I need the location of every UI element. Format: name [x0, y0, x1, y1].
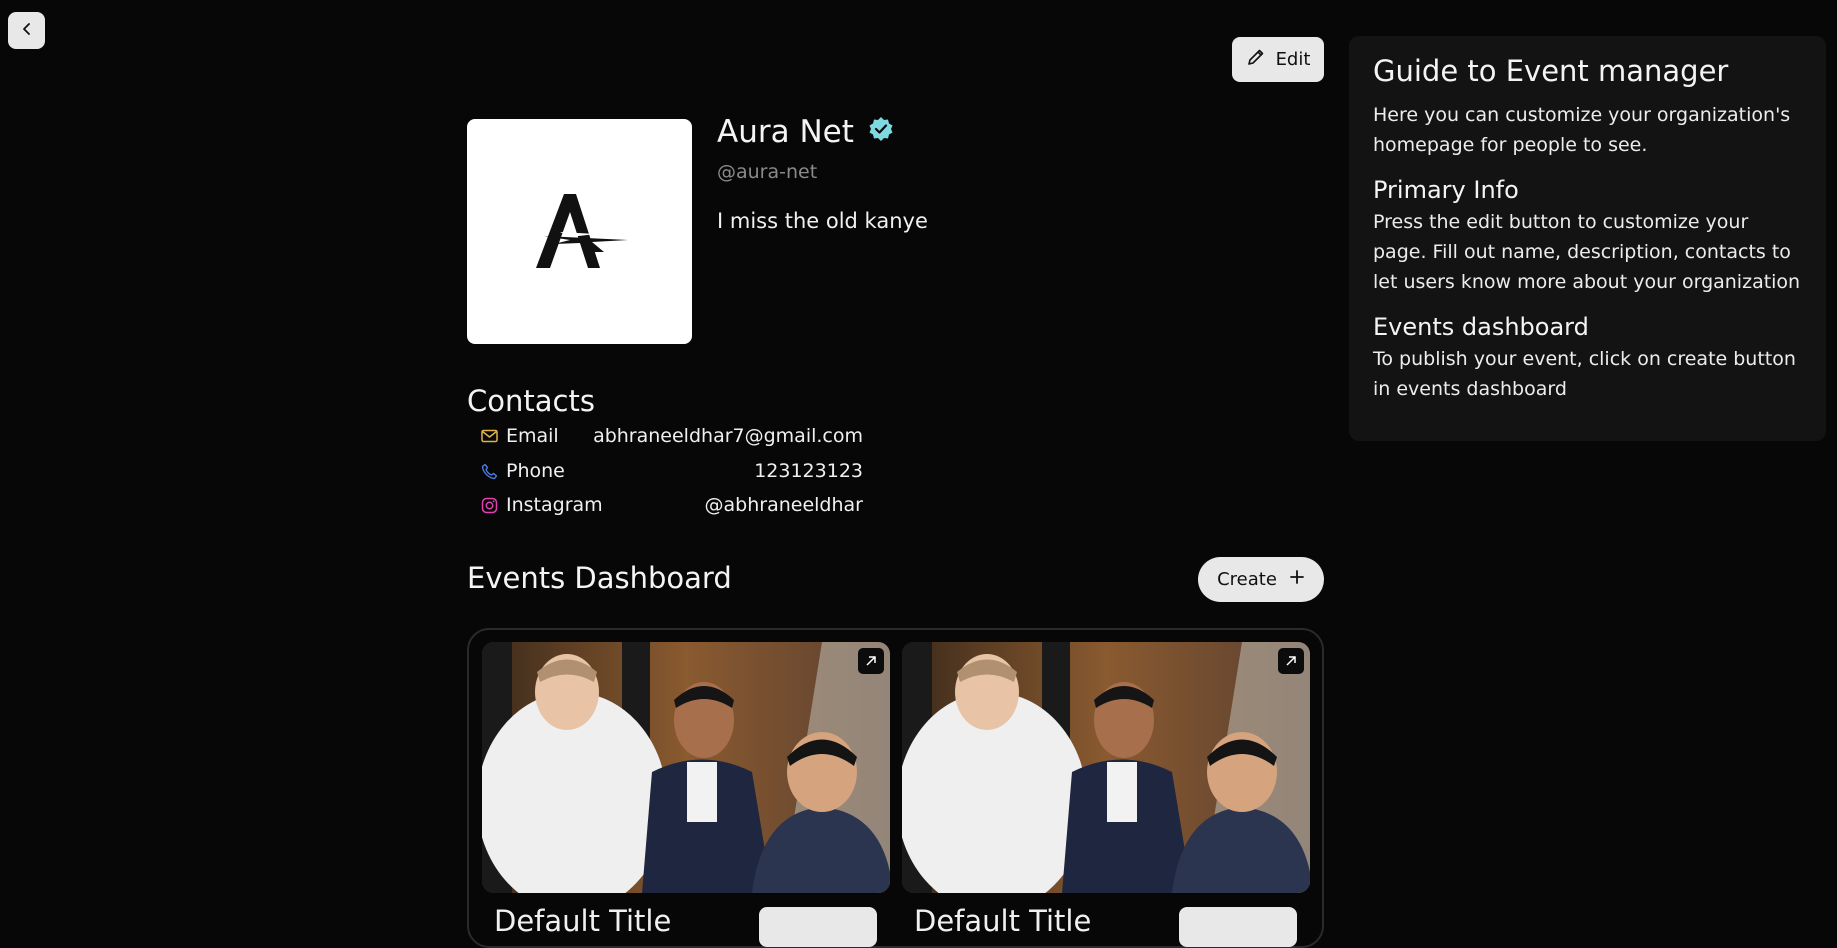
organization-description: I miss the old kanye	[717, 209, 928, 233]
event-card[interactable]: Default Title	[902, 642, 1310, 947]
organization-logo	[467, 119, 692, 344]
events-dashboard-title: Events Dashboard	[467, 561, 732, 595]
instagram-icon	[480, 496, 498, 514]
create-label: Create	[1217, 569, 1277, 590]
contact-value: @abhraneeldhar	[704, 494, 863, 516]
guide-panel: Guide to Event manager Here you can cust…	[1349, 36, 1826, 441]
event-title: Default Title	[494, 904, 672, 938]
event-action-button[interactable]	[1179, 907, 1297, 947]
contact-row-instagram: Instagram @abhraneeldhar	[480, 491, 863, 519]
contact-value: abhraneeldhar7@gmail.com	[593, 425, 863, 447]
event-photo[interactable]	[902, 642, 1310, 893]
mail-icon	[480, 427, 498, 445]
guide-intro: Here you can customize your organization…	[1373, 104, 1791, 156]
guide-section-heading: Events dashboard	[1373, 313, 1589, 341]
contact-value: 123123123	[754, 460, 863, 482]
contact-row-phone: Phone 123123123	[480, 457, 863, 485]
organization-name-text: Aura Net	[717, 114, 854, 150]
contacts-title: Contacts	[467, 384, 595, 418]
expand-arrow-icon[interactable]	[858, 648, 884, 674]
contact-label: Instagram	[506, 494, 603, 516]
verified-badge-icon	[868, 114, 894, 150]
event-title: Default Title	[914, 904, 1092, 938]
organization-handle: @aura-net	[717, 161, 818, 183]
back-button[interactable]	[8, 12, 45, 49]
chevron-left-icon	[20, 21, 34, 40]
event-card[interactable]: Default Title	[482, 642, 890, 947]
aura-logo-icon	[530, 190, 630, 274]
contact-label: Phone	[506, 460, 565, 482]
pencil-icon	[1246, 47, 1266, 72]
contact-label: Email	[506, 425, 559, 447]
expand-arrow-icon[interactable]	[1278, 648, 1304, 674]
organization-name: Aura Net	[717, 114, 894, 150]
guide-section-heading: Primary Info	[1373, 176, 1519, 204]
event-photo[interactable]	[482, 642, 890, 893]
edit-label: Edit	[1275, 49, 1311, 70]
event-action-button[interactable]	[759, 907, 877, 947]
phone-icon	[480, 462, 498, 480]
edit-button[interactable]: Edit	[1232, 37, 1324, 82]
plus-icon	[1289, 569, 1305, 590]
events-panel: Default Title Default Title	[467, 628, 1324, 948]
guide-section-text: To publish your event, click on create b…	[1373, 348, 1796, 400]
guide-title: Guide to Event manager	[1373, 54, 1729, 88]
create-event-button[interactable]: Create	[1198, 557, 1324, 602]
contact-row-email: Email abhraneeldhar7@gmail.com	[480, 422, 863, 450]
guide-section-text: Press the edit button to customize your …	[1373, 211, 1801, 293]
